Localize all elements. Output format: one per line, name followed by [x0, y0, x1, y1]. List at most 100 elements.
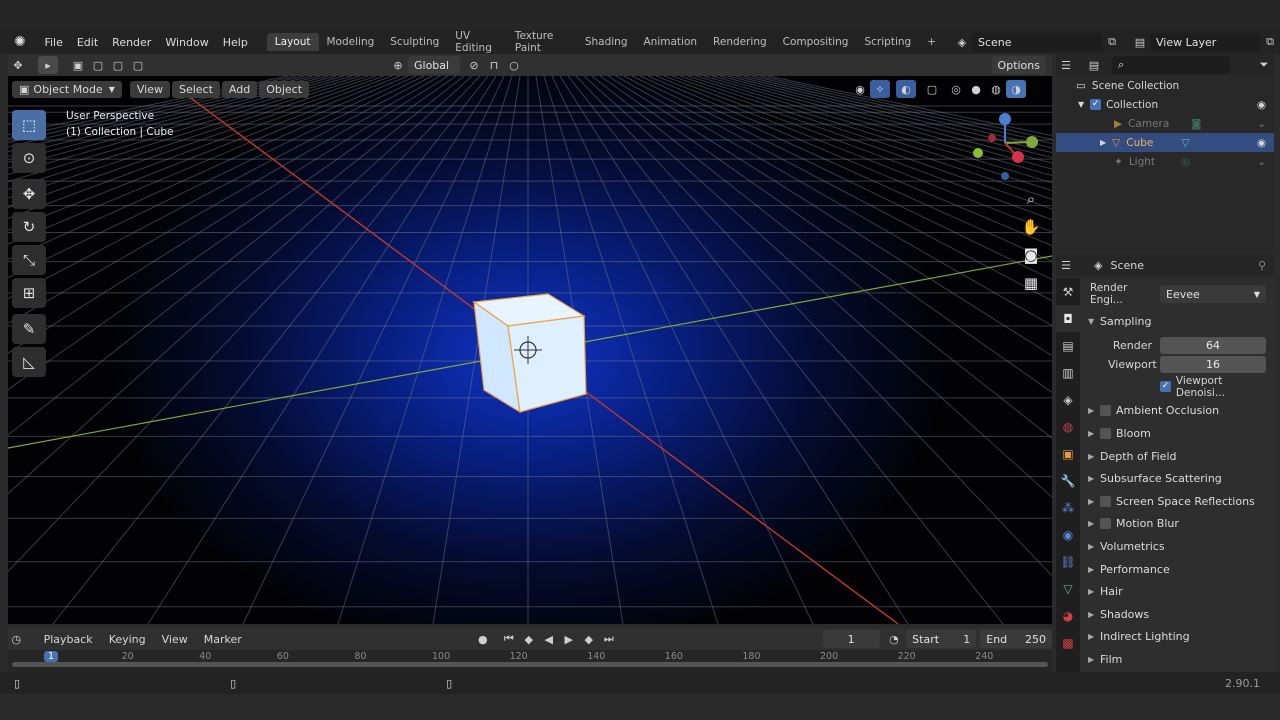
panel-indirect-lighting[interactable]: ▶ Indirect Lighting [1080, 626, 1274, 649]
jump-end-icon[interactable]: ⏭ [599, 630, 619, 648]
panel-motion-blur[interactable]: ▶ Motion Blur [1080, 513, 1274, 536]
scene-field[interactable]: Scene [972, 33, 1102, 51]
prev-keyframe-icon[interactable]: ◆ [519, 630, 539, 648]
panel-sampling[interactable]: ▼ Sampling [1080, 310, 1274, 333]
editor-type-icon[interactable]: ✥ [8, 56, 28, 74]
panel-subsurface-scattering[interactable]: ▶ Subsurface Scattering [1080, 467, 1274, 490]
menu-help[interactable]: Help [216, 36, 255, 49]
tab-shading[interactable]: Shading [577, 33, 636, 51]
panel-checkbox[interactable] [1100, 405, 1111, 417]
outliner-item-camera[interactable]: ▶ Camera ◙ ⌄ [1056, 114, 1274, 133]
gizmo-toggle-icon[interactable]: ✧ [870, 80, 890, 98]
object-tab-icon[interactable]: ▣ [1056, 440, 1080, 467]
scene-tab-icon[interactable]: ◈ [1056, 386, 1080, 413]
tab-texture-paint[interactable]: Texture Paint [507, 27, 577, 57]
data-tab-icon[interactable]: ▽ [1056, 575, 1080, 602]
panel-checkbox[interactable] [1100, 495, 1111, 507]
outliner-item-light[interactable]: ✦ Light ◎ ⌄ [1056, 152, 1274, 171]
timeline-ruler[interactable]: 1 20 40 60 80 100 120 140 160 180 200 220 240 [8, 650, 1052, 672]
timeline-editor-icon[interactable]: ◷ [8, 630, 25, 648]
world-tab-icon[interactable]: ◍ [1056, 413, 1080, 440]
menu-timeline-view[interactable]: View [155, 631, 195, 648]
tool-tab-icon[interactable]: ⚒ [1056, 278, 1080, 305]
overlays-toggle-icon[interactable]: ◐ [896, 80, 916, 98]
select-mode-subtract-icon[interactable]: ▢ [108, 56, 128, 74]
panel-hair[interactable]: ▶ Hair [1080, 580, 1274, 603]
measure-tool-icon[interactable]: ◺ [12, 347, 46, 377]
mesh-data-icon[interactable]: ▽ [1181, 137, 1189, 149]
camera-data-icon[interactable]: ◙ [1191, 118, 1201, 130]
tab-layout[interactable]: Layout [266, 33, 319, 51]
render-tab-icon[interactable]: ◘ [1056, 305, 1080, 332]
proportional-edit-icon[interactable]: ○ [504, 56, 524, 74]
menu-select[interactable]: Select [171, 80, 220, 98]
play-icon[interactable]: ▶ [559, 630, 579, 648]
panel-performance[interactable]: ▶ Performance [1080, 558, 1274, 581]
timeline-scrollbar[interactable] [12, 662, 1048, 667]
panel-checkbox[interactable] [1100, 427, 1111, 439]
modifier-tab-icon[interactable]: 🔧 [1056, 467, 1080, 494]
move-tool-icon[interactable]: ✥ [12, 179, 46, 209]
panel-shadows[interactable]: ▶ Shadows [1080, 603, 1274, 626]
render-samples-field[interactable]: 64 [1160, 336, 1266, 354]
camera-visibility-icon[interactable]: ⌄ [1257, 118, 1266, 130]
panel-depth-of-field[interactable]: ▶ Depth of Field [1080, 445, 1274, 468]
panel-bloom[interactable]: ▶ Bloom [1080, 422, 1274, 445]
output-tab-icon[interactable]: ▤ [1056, 332, 1080, 359]
panel-checkbox[interactable] [1100, 518, 1111, 530]
constraints-tab-icon[interactable]: ⛓ [1056, 548, 1080, 575]
texture-tab-icon[interactable]: ▩ [1056, 629, 1080, 656]
menu-render[interactable]: Render [105, 36, 158, 49]
view-layer-field[interactable]: View Layer [1150, 33, 1260, 51]
select-mode-intersect-icon[interactable]: ▢ [128, 56, 148, 74]
xray-toggle-icon[interactable]: ▢ [922, 80, 942, 98]
tab-animation[interactable]: Animation [636, 33, 706, 51]
orientation-dropdown[interactable]: Global [408, 56, 460, 74]
next-keyframe-icon[interactable]: ◆ [579, 630, 599, 648]
tab-scripting[interactable]: Scripting [856, 33, 919, 51]
blender-logo-icon[interactable]: ✺ [14, 34, 29, 50]
tab-rendering[interactable]: Rendering [705, 33, 775, 51]
add-workspace-icon[interactable]: + [919, 33, 944, 51]
select-tool-icon[interactable]: ▸ [38, 56, 58, 74]
3d-viewport[interactable]: User Perspective (1) Collection | Cube ⌕… [8, 76, 1052, 624]
current-frame-field[interactable]: 1 [822, 630, 880, 648]
outliner-collection[interactable]: ▼ ✓ Collection ◉ [1056, 95, 1274, 114]
particles-tab-icon[interactable]: ⁂ [1056, 494, 1080, 521]
select-box-tool-icon[interactable]: ⬚ [12, 110, 46, 140]
jump-start-icon[interactable]: ⏮ [499, 630, 519, 648]
scale-tool-icon[interactable]: ⤡ [12, 245, 46, 275]
light-data-icon[interactable]: ◎ [1181, 156, 1190, 168]
new-view-layer-icon[interactable]: ⧉ [1260, 33, 1280, 51]
cube-eye-icon[interactable]: ◉ [1257, 137, 1266, 149]
menu-playback[interactable]: Playback [37, 631, 100, 648]
menu-object[interactable]: Object [259, 80, 310, 98]
outliner-item-cube[interactable]: ▶ ▽ Cube ▽ ◉ [1056, 133, 1274, 152]
record-icon[interactable]: ● [473, 630, 493, 648]
render-engine-dropdown[interactable]: Eevee ▼ [1160, 285, 1266, 303]
view-layer-tab-icon[interactable]: ▥ [1056, 359, 1080, 386]
filter-icon[interactable]: ⏷ [1254, 56, 1274, 74]
pin-icon[interactable]: ⚲ [1258, 259, 1266, 272]
viewport-samples-field[interactable]: 16 [1160, 355, 1266, 373]
transform-tool-icon[interactable]: ⊞ [12, 278, 46, 308]
playhead-frame[interactable]: 1 [44, 651, 59, 662]
properties-editor-icon[interactable]: ☰ [1056, 256, 1076, 274]
material-shading-icon[interactable]: ◍ [986, 80, 1006, 98]
menu-view[interactable]: View [129, 80, 170, 98]
view-layer-icon[interactable]: ▤ [1130, 33, 1150, 51]
outliner-search-input[interactable]: ⌕ [1112, 56, 1230, 74]
menu-edit[interactable]: Edit [70, 36, 105, 49]
preview-range-icon[interactable]: ◔ [886, 630, 903, 648]
panel-volumetrics[interactable]: ▶ Volumetrics [1080, 535, 1274, 558]
panel-screen-space-reflections[interactable]: ▶ Screen Space Reflections [1080, 490, 1274, 513]
end-frame-field[interactable]: End 250 [980, 630, 1052, 648]
play-reverse-icon[interactable]: ◀ [539, 630, 559, 648]
select-mode-new-icon[interactable]: ▣ [68, 56, 88, 74]
snap-icon[interactable]: ⊓ [484, 56, 504, 74]
panel-ambient-occlusion[interactable]: ▶ Ambient Occlusion [1080, 400, 1274, 423]
annotate-tool-icon[interactable]: ✎ [12, 314, 46, 344]
visibility-icon[interactable]: ◉ [850, 80, 870, 98]
new-scene-icon[interactable]: ⧉ [1102, 33, 1122, 51]
menu-add[interactable]: Add [221, 80, 258, 98]
